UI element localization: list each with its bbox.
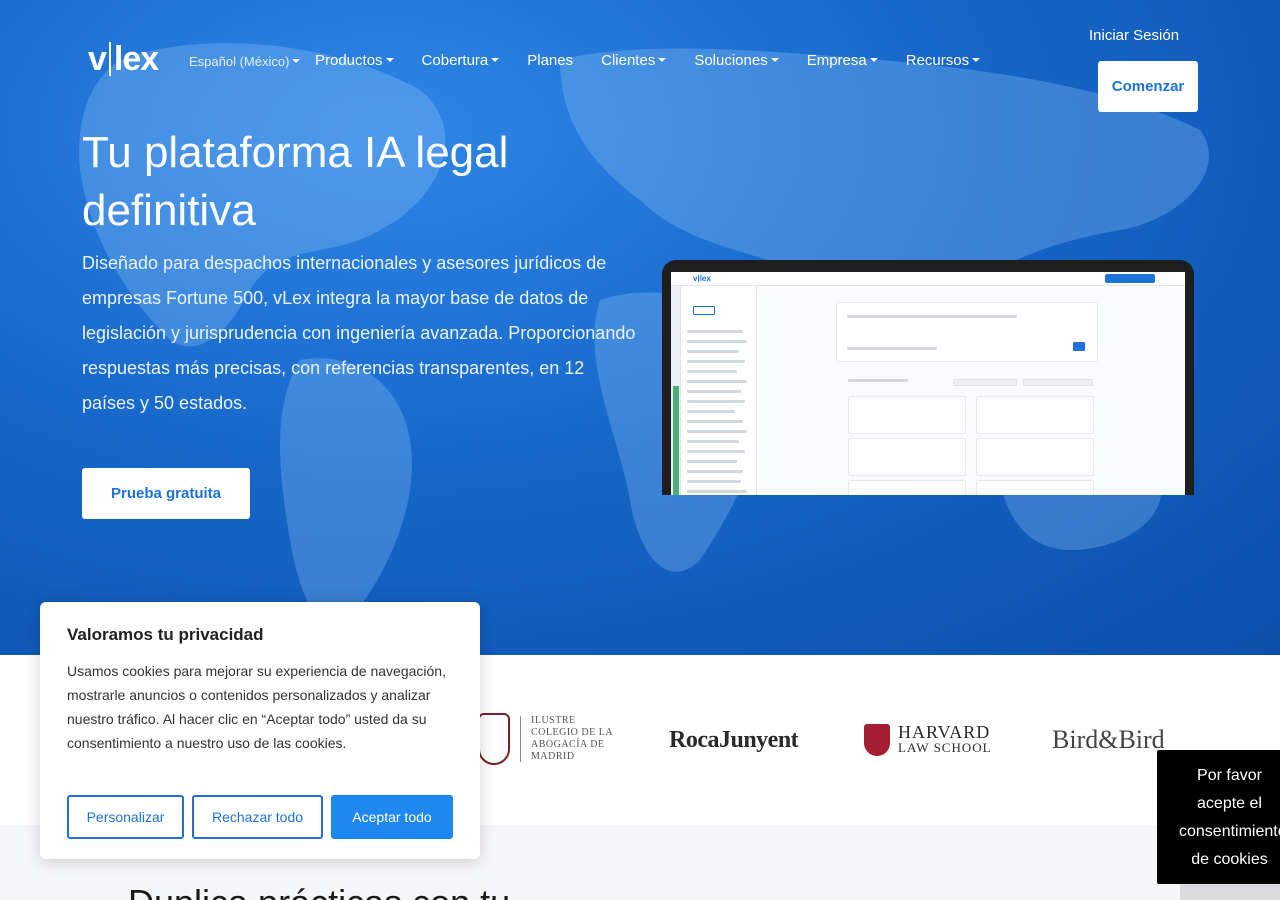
app-list-line — [687, 490, 747, 493]
harvard-logo-line2: LAW SCHOOL — [898, 740, 992, 755]
logo-divider — [520, 716, 521, 762]
roca-junyent-logo: RocaJunyent — [669, 727, 799, 753]
nav-label: Cobertura — [421, 52, 489, 69]
cookie-text: Usamos cookies para mejorar su experienc… — [67, 663, 446, 751]
reject-all-button[interactable]: Rechazar todo — [192, 795, 323, 839]
app-card — [976, 480, 1094, 495]
cookie-consent-toast: Por favor acepte el consentimiento de co… — [1157, 750, 1280, 884]
nav-label: Recursos — [905, 52, 970, 69]
language-selector[interactable]: Español (México) — [189, 54, 301, 69]
app-list-line — [687, 450, 745, 453]
app-prompt-box — [836, 302, 1098, 362]
app-card — [976, 396, 1094, 434]
app-rail-accent — [673, 386, 679, 495]
hero-title: Tu plataforma IA legal definitiva — [82, 128, 509, 235]
chevron-down-icon — [491, 58, 500, 62]
app-section-line — [848, 379, 908, 382]
app-list-line — [687, 460, 737, 463]
icam-logo: ILUSTRE COLEGIO DE LA ABOGACÍA DE MADRID — [478, 713, 623, 765]
nav-label: Productos — [315, 52, 383, 69]
app-send-icon — [1073, 342, 1085, 351]
accept-all-button[interactable]: Aceptar todo — [331, 795, 453, 839]
language-label: Español (México) — [189, 54, 290, 69]
app-list-line — [687, 440, 739, 443]
nav-planes[interactable]: Planes — [527, 52, 573, 69]
nav-empresa[interactable]: Empresa — [807, 52, 878, 69]
vlex-logo[interactable]: v lex — [88, 40, 159, 79]
harvard-law-logo: HARVARD LAW SCHOOL — [864, 722, 992, 756]
app-prompt-line — [847, 347, 937, 350]
hero-section: v lex Español (México) Productos Cobertur… — [0, 0, 1280, 655]
app-list-line — [687, 470, 743, 473]
chevron-down-icon — [972, 58, 981, 62]
hero-description: Diseñado para despachos internacionales … — [82, 253, 636, 413]
page-scroll-stub — [1180, 884, 1280, 900]
consent-line: Por favor — [1197, 767, 1262, 784]
nav-cobertura[interactable]: Cobertura — [422, 52, 500, 69]
app-card — [848, 396, 966, 434]
consent-line: acepte el — [1197, 795, 1262, 812]
nav-clientes[interactable]: Clientes — [601, 52, 667, 69]
app-card — [848, 438, 966, 476]
nav-productos[interactable]: Productos — [315, 52, 394, 69]
next-section-heading: Duplica prácticas con tu — [128, 882, 510, 900]
app-list-line — [687, 340, 747, 343]
nav-soluciones[interactable]: Soluciones — [694, 52, 779, 69]
app-filter-box — [953, 379, 1017, 386]
chevron-down-icon — [385, 58, 394, 62]
product-screenshot-laptop: v|lex — [662, 260, 1194, 495]
app-list-line — [687, 330, 743, 333]
app-list-line — [687, 480, 741, 483]
cookie-banner: Valoramos tu privacidad Usamos cookies p… — [40, 602, 480, 859]
app-list-line — [687, 390, 741, 393]
consent-line: consentimiento — [1179, 823, 1280, 840]
harvard-shield-icon — [864, 724, 890, 756]
app-topbar: v|lex — [671, 272, 1185, 286]
nav-label: Clientes — [601, 52, 656, 69]
start-button[interactable]: Comenzar — [1098, 61, 1198, 112]
signin-link[interactable]: Iniciar Sesión — [1089, 27, 1179, 44]
app-prompt-line — [847, 315, 1017, 318]
app-list-line — [687, 430, 747, 433]
app-user-chip — [1105, 274, 1155, 283]
icam-logo-text: ILUSTRE COLEGIO DE LA ABOGACÍA DE MADRID — [531, 715, 613, 762]
app-filter-box — [1023, 379, 1093, 386]
harvard-logo-line1: HARVARD — [898, 722, 991, 742]
free-trial-button[interactable]: Prueba gratuita — [82, 468, 250, 519]
app-list-line — [687, 350, 739, 353]
chevron-down-icon — [658, 58, 667, 62]
customize-button[interactable]: Personalizar — [67, 795, 184, 839]
app-card — [848, 480, 966, 495]
app-list-line — [687, 370, 737, 373]
app-list-line — [687, 380, 747, 383]
app-list-line — [687, 400, 745, 403]
nav-label: Planes — [527, 52, 574, 69]
consent-line: de cookies — [1191, 851, 1268, 868]
main-nav: Productos Cobertura Planes Clientes Solu… — [315, 52, 1008, 69]
icam-crest-icon — [478, 713, 510, 765]
harvard-logo-text: HARVARD LAW SCHOOL — [898, 722, 992, 755]
bird-and-bird-logo: Bird&Bird — [1052, 725, 1165, 754]
app-sidebar — [681, 286, 757, 495]
app-rail — [671, 286, 681, 495]
app-list-line — [687, 410, 735, 413]
chevron-down-icon — [292, 59, 301, 63]
nav-recursos[interactable]: Recursos — [905, 52, 981, 69]
app-new-button — [693, 306, 715, 315]
nav-label: Empresa — [806, 52, 867, 69]
cookie-title: Valoramos tu privacidad — [67, 625, 264, 644]
chevron-down-icon — [770, 58, 779, 62]
app-list-line — [687, 420, 743, 423]
nav-label: Soluciones — [694, 52, 768, 69]
chevron-down-icon — [869, 58, 878, 62]
product-screenshot: v|lex — [671, 272, 1185, 495]
app-list-line — [687, 360, 745, 363]
app-card — [976, 438, 1094, 476]
app-logo: v|lex — [693, 274, 711, 283]
